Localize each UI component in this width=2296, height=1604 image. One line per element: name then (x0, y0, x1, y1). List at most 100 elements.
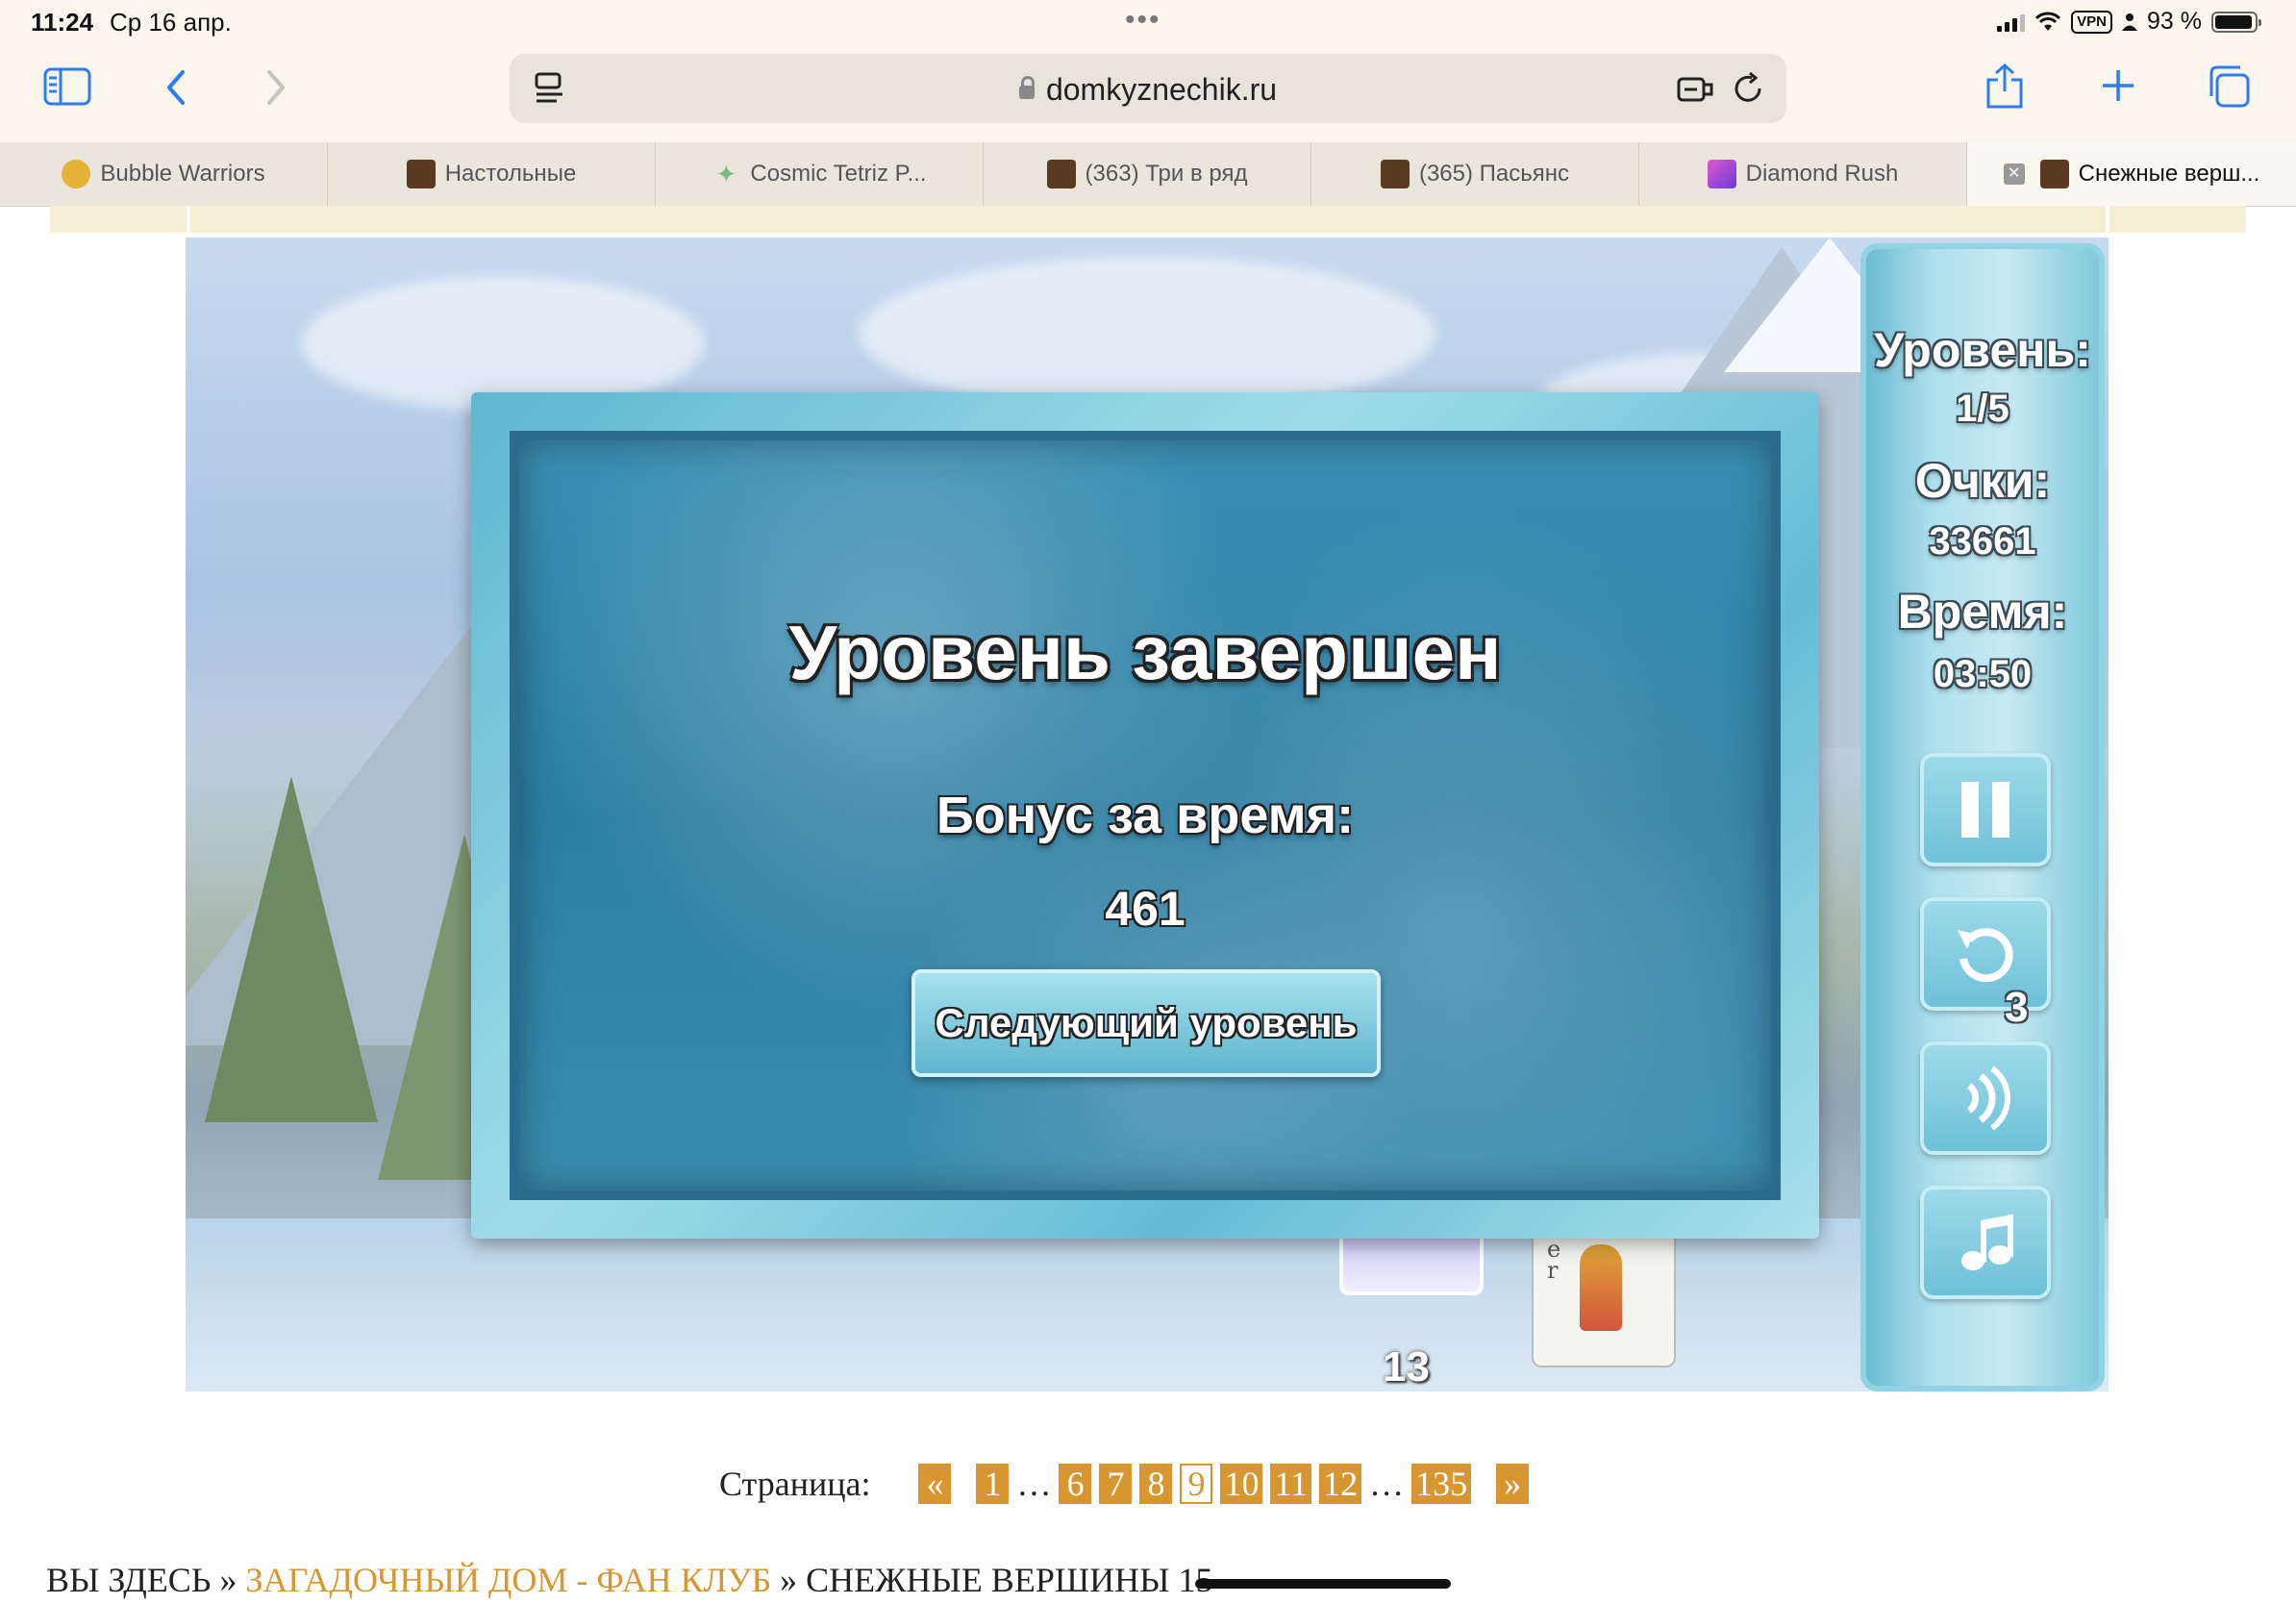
page-header-strip (50, 206, 2246, 233)
restart-count: 3 (2005, 984, 2029, 1031)
page-link[interactable]: 8 (1139, 1464, 1173, 1504)
battery-icon (2211, 11, 2261, 33)
time-bonus-value: 461 (1105, 882, 1185, 936)
next-level-button[interactable]: Следующий уровень (911, 969, 1381, 1077)
pause-button[interactable] (1920, 753, 2051, 866)
vpn-badge: VPN (2071, 10, 2113, 34)
deck-count: 13 (1383, 1343, 1430, 1391)
breadcrumb-prefix: ВЫ ЗДЕСЬ (46, 1561, 212, 1599)
address-url[interactable]: domkyznechik.ru (510, 72, 1786, 108)
tab-label: (363) Три в ряд (1085, 161, 1248, 187)
person-icon (2122, 13, 2138, 31)
tab-label: Настольные (444, 161, 577, 187)
tab-label: Diamond Rush (1745, 161, 1899, 187)
home-indicator[interactable] (1195, 1579, 1451, 1589)
status-bar: 11:24 Ср 16 апр. ••• VPN 93 % (0, 0, 2296, 48)
sound-button[interactable] (1920, 1041, 2051, 1155)
prev-page-link[interactable]: « (918, 1464, 952, 1504)
back-icon[interactable] (154, 65, 198, 110)
page-link[interactable]: 12 (1319, 1464, 1362, 1504)
page-ellipsis: … (1016, 1465, 1052, 1503)
sidebar-toggle-icon[interactable] (40, 65, 94, 108)
restart-icon (1958, 928, 2013, 983)
level-value: 1/5 (1956, 388, 2009, 430)
level-complete-dialog: Уровень завершен Бонус за время: 461 Сле… (471, 392, 1819, 1239)
tab-favicon-icon (62, 160, 91, 188)
reload-icon[interactable] (1727, 67, 1769, 110)
breadcrumb-current: СНЕЖНЫЕ ВЕРШИНЫ 15 (806, 1561, 1213, 1599)
current-page: 9 (1180, 1464, 1213, 1504)
extension-icon[interactable] (1673, 67, 1717, 110)
restart-button[interactable] (1920, 897, 2051, 1011)
pause-icon (1961, 782, 2009, 838)
tab-label: (365) Пасьянс (1418, 161, 1570, 187)
score-value: 33661 (1929, 520, 2036, 563)
close-tab-icon[interactable]: ✕ (2003, 163, 2025, 185)
browser-toolbar: domkyznechik.ru (0, 48, 2296, 142)
cloud (301, 276, 705, 411)
page-link[interactable]: 1 (976, 1464, 1010, 1504)
tab-label: Cosmic Tetriz P... (750, 161, 927, 187)
cellular-signal-icon (1997, 13, 2026, 32)
card-letters: e r (1547, 1236, 1561, 1284)
tab-favicon-icon (1380, 160, 1410, 188)
game-area[interactable]: e r 13 Уровень: 1/5 Очки: 33661 Время: 0… (186, 238, 2109, 1391)
tab-favicon-icon (2039, 160, 2069, 188)
lake (186, 1218, 2109, 1391)
pagination: Страница: « 1 … 6 7 8 9 10 11 12 … 135 » (719, 1464, 1546, 1504)
page-link[interactable]: 135 (1411, 1464, 1472, 1504)
breadcrumb: ВЫ ЗДЕСЬ » ЗАГАДОЧНЫЙ ДОМ - ФАН КЛУБ » С… (46, 1560, 1213, 1600)
status-date: Ср 16 апр. (110, 8, 232, 37)
page-link[interactable]: 7 (1099, 1464, 1133, 1504)
next-page-link[interactable]: » (1496, 1464, 1530, 1504)
tab-diamond-rush[interactable]: Diamond Rush (1639, 142, 1967, 206)
tab-bubble-warriors[interactable]: Bubble Warriors (0, 142, 328, 206)
tab-bar: Bubble Warriors Настольные ✦ Cosmic Tetr… (0, 142, 2296, 207)
dialog-title: Уровень завершен (788, 610, 1502, 695)
cloud (859, 257, 1435, 411)
status-time: 11:24 (31, 8, 94, 37)
music-button[interactable] (1920, 1186, 2051, 1299)
url-text: domkyznechik.ru (1045, 72, 1278, 107)
time-value: 03:50 (1933, 653, 2033, 695)
tab-nastolnye[interactable]: Настольные (328, 142, 656, 206)
tab-pasyans[interactable]: (365) Пасьянс (1311, 142, 1639, 206)
tab-label: Bubble Warriors (100, 161, 265, 187)
status-indicators: VPN 93 % (1997, 8, 2261, 36)
page-link[interactable]: 11 (1270, 1464, 1312, 1504)
tab-snezhnye-vershiny[interactable]: ✕ Снежные верш... (1967, 142, 2296, 206)
tab-favicon-icon: ✦ (715, 160, 737, 188)
wifi-icon (2035, 12, 2061, 31)
battery-percent: 93 % (2147, 8, 2202, 35)
share-icon[interactable] (1981, 60, 2029, 113)
lock-icon (1018, 76, 1035, 99)
tree (205, 776, 378, 1122)
tab-tri-v-ryad[interactable]: (363) Три в ряд (984, 142, 1311, 206)
joker-figure (1580, 1244, 1622, 1331)
page-ellipsis: … (1369, 1465, 1405, 1503)
tab-cosmic-tetriz[interactable]: ✦ Cosmic Tetriz P... (656, 142, 984, 206)
tab-overview-icon[interactable] (2204, 62, 2254, 112)
multitasking-dots-icon[interactable]: ••• (1125, 4, 1161, 37)
page-link[interactable]: 6 (1059, 1464, 1092, 1504)
address-bar[interactable]: domkyznechik.ru (510, 54, 1786, 123)
forward-icon[interactable] (254, 65, 298, 110)
tab-favicon-icon (406, 160, 436, 188)
level-label: Уровень: (1874, 323, 2091, 377)
joker-card[interactable]: e r (1532, 1233, 1676, 1367)
sound-icon (1966, 1065, 2010, 1131)
tab-label: Снежные верш... (2078, 161, 2260, 187)
tab-favicon-icon (1046, 160, 1076, 188)
time-label: Время: (1897, 585, 2068, 639)
tab-favicon-icon (1707, 160, 1736, 188)
new-tab-icon[interactable] (2096, 63, 2140, 108)
music-note-icon (1961, 1215, 2013, 1270)
side-panel: Уровень: 1/5 Очки: 33661 Время: 03:50 3 (1860, 243, 2105, 1391)
time-bonus-label: Бонус за время: (936, 787, 1355, 844)
page-link[interactable]: 10 (1220, 1464, 1263, 1504)
score-label: Очки: (1914, 454, 2051, 508)
pagination-label: Страница: (719, 1465, 871, 1503)
breadcrumb-separator: » (780, 1561, 798, 1599)
breadcrumb-separator: » (219, 1561, 237, 1599)
breadcrumb-link[interactable]: ЗАГАДОЧНЫЙ ДОМ - ФАН КЛУБ (245, 1561, 771, 1599)
